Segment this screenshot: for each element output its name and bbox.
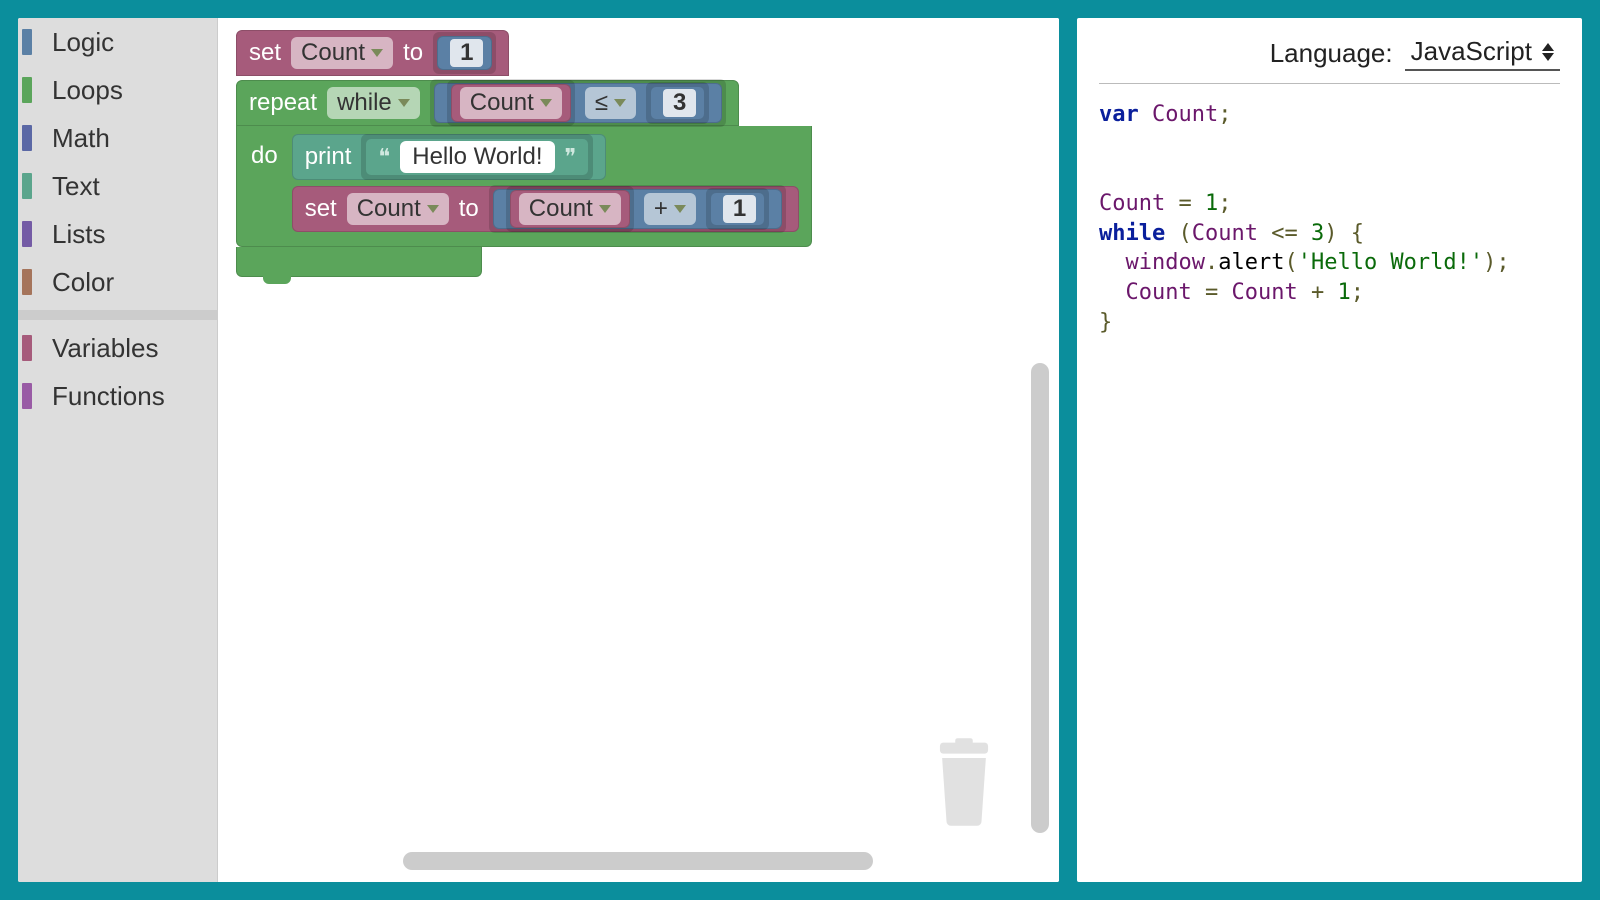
toolbox-category-functions[interactable]: Functions xyxy=(18,372,217,420)
number-block[interactable]: 1 xyxy=(710,192,765,226)
operator-dropdown[interactable]: + xyxy=(644,193,696,225)
left-operand-slot[interactable]: Count xyxy=(447,80,575,126)
toolbox-category-loops[interactable]: Loops xyxy=(18,66,217,114)
open-quote-icon: ❝ xyxy=(378,144,390,170)
language-select[interactable]: JavaScript xyxy=(1405,36,1560,71)
category-color-swatch xyxy=(22,125,32,151)
repeat-mode-dropdown[interactable]: while xyxy=(327,87,420,119)
chevron-down-icon xyxy=(599,205,611,213)
variable-dropdown[interactable]: Count xyxy=(519,193,621,225)
variable-ref-block[interactable]: Count xyxy=(451,84,571,122)
close-quote-icon: ❞ xyxy=(565,144,577,170)
value-slot[interactable]: Count + xyxy=(489,185,786,233)
toolbox-category-lists[interactable]: Lists xyxy=(18,210,217,258)
repeat-tail xyxy=(236,247,482,277)
block-set-variable[interactable]: set Count to xyxy=(292,186,800,232)
sort-icon xyxy=(1542,43,1554,61)
set-keyword: set xyxy=(305,195,337,223)
toolbox-category-text[interactable]: Text xyxy=(18,162,217,210)
category-color-swatch xyxy=(22,221,32,247)
to-keyword: to xyxy=(459,195,479,223)
chevron-down-icon xyxy=(371,49,383,57)
right-operand-slot[interactable]: 3 xyxy=(646,82,709,124)
text-literal-value[interactable]: Hello World! xyxy=(400,141,554,173)
chevron-down-icon xyxy=(614,99,626,107)
workspace[interactable]: set Count to 1 repeat xyxy=(218,18,1059,882)
category-label: Color xyxy=(52,267,114,298)
category-color-swatch xyxy=(22,77,32,103)
toolbox-category-variables[interactable]: Variables xyxy=(18,324,217,372)
toolbox-category-color[interactable]: Color xyxy=(18,258,217,306)
chevron-down-icon xyxy=(398,99,410,107)
to-keyword: to xyxy=(403,39,423,67)
variable-dropdown[interactable]: Count xyxy=(347,193,449,225)
variable-dropdown[interactable]: Count xyxy=(291,37,393,69)
horizontal-scrollbar[interactable] xyxy=(403,852,873,870)
block-print[interactable]: print ❝ Hello World! ❞ xyxy=(292,134,607,180)
compare-block[interactable]: Count ≤ 3 xyxy=(434,83,723,123)
category-label: Variables xyxy=(52,333,158,364)
category-label: Loops xyxy=(52,75,123,106)
variable-ref-block[interactable]: Count xyxy=(510,190,630,228)
repeat-keyword: repeat xyxy=(249,89,317,117)
print-text-slot[interactable]: ❝ Hello World! ❞ xyxy=(361,134,593,180)
category-color-swatch xyxy=(22,335,32,361)
trash-icon[interactable] xyxy=(929,737,999,827)
category-label: Logic xyxy=(52,27,114,58)
language-value: JavaScript xyxy=(1411,36,1532,67)
value-slot[interactable]: 1 xyxy=(433,32,496,74)
arithmetic-block[interactable]: Count + xyxy=(493,189,782,229)
left-operand-slot[interactable]: Count xyxy=(506,186,634,232)
category-label: Text xyxy=(52,171,100,202)
toolbox-category-math[interactable]: Math xyxy=(18,114,217,162)
category-color-swatch xyxy=(22,29,32,55)
toolbox-separator xyxy=(18,310,217,320)
condition-slot[interactable]: Count ≤ 3 xyxy=(430,79,727,127)
right-operand-slot[interactable]: 1 xyxy=(706,188,769,230)
variable-dropdown[interactable]: Count xyxy=(460,87,562,119)
toolbox: Logic Loops Math Text Lists Color Variables Fu… xyxy=(18,18,218,882)
category-color-swatch xyxy=(22,173,32,199)
operator-dropdown[interactable]: ≤ xyxy=(585,87,636,119)
number-block[interactable]: 3 xyxy=(650,86,705,120)
set-keyword: set xyxy=(249,39,281,67)
vertical-scrollbar[interactable] xyxy=(1031,363,1049,833)
repeat-do-body[interactable]: do print ❝ Hello World! ❞ xyxy=(236,126,812,247)
category-label: Functions xyxy=(52,381,165,412)
chevron-down-icon xyxy=(540,99,552,107)
chevron-down-icon xyxy=(427,205,439,213)
category-label: Lists xyxy=(52,219,105,250)
code-panel: Language: JavaScript var Count; Count = … xyxy=(1077,18,1582,882)
block-editor: Logic Loops Math Text Lists Color Variables Fu… xyxy=(18,18,1059,882)
print-keyword: print xyxy=(305,143,352,171)
toolbox-category-logic[interactable]: Logic xyxy=(18,18,217,66)
text-literal-block[interactable]: ❝ Hello World! ❞ xyxy=(365,138,589,176)
category-label: Math xyxy=(52,123,110,154)
chevron-down-icon xyxy=(674,205,686,213)
language-label: Language: xyxy=(1270,38,1393,69)
block-set-variable[interactable]: set Count to 1 xyxy=(236,30,509,76)
do-keyword: do xyxy=(251,134,278,170)
category-color-swatch xyxy=(22,269,32,295)
category-color-swatch xyxy=(22,383,32,409)
number-block[interactable]: 1 xyxy=(437,36,492,70)
block-repeat-while[interactable]: repeat while Count xyxy=(236,80,739,126)
block-stack[interactable]: set Count to 1 repeat xyxy=(236,30,812,277)
language-row: Language: JavaScript xyxy=(1099,36,1560,84)
generated-code: var Count; Count = 1; while (Count <= 3)… xyxy=(1099,100,1560,338)
